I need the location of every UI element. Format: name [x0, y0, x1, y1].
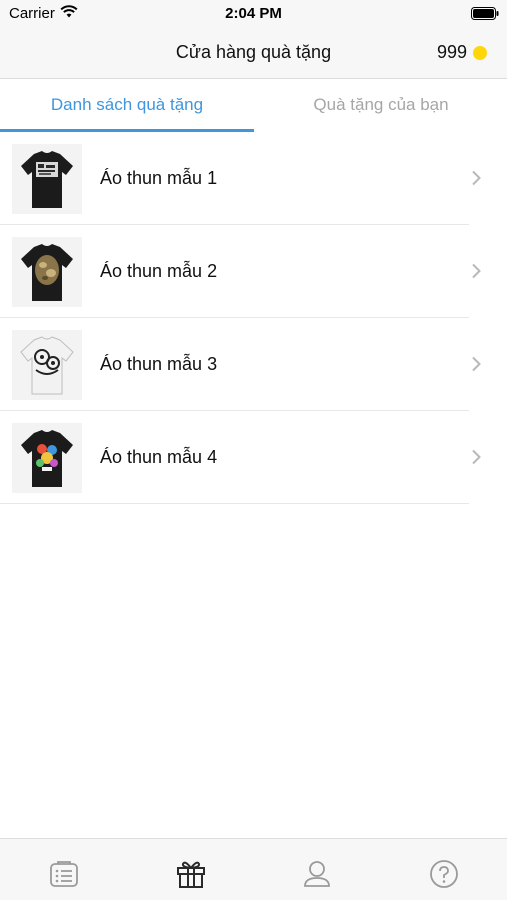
chevron-right-icon	[471, 170, 481, 191]
coin-count: 999	[436, 42, 467, 62]
tab-gift-list[interactable]: Danh sách quà tặng	[0, 80, 254, 132]
help-icon[interactable]	[427, 857, 461, 891]
chevron-right-icon	[471, 449, 481, 470]
gift-list: Áo thun mẫu 1 Áo thun mẫu 2 Áo thun mẫu …	[0, 132, 507, 504]
battery-icon	[471, 7, 499, 25]
item-label: Áo thun mẫu 2	[100, 261, 218, 281]
profile-icon[interactable]	[300, 857, 334, 891]
item-label: Áo thun mẫu 3	[100, 354, 218, 374]
product-thumbnail	[12, 330, 82, 400]
list-item[interactable]: Áo thun mẫu 2	[0, 225, 507, 318]
bottom-tab-bar	[0, 838, 507, 900]
status-time: 2:04 PM	[225, 5, 282, 22]
item-label: Áo thun mẫu 1	[100, 168, 218, 188]
product-thumbnail	[12, 423, 82, 493]
list-item[interactable]: Áo thun mẫu 4	[0, 411, 507, 504]
coin-icon	[473, 45, 487, 60]
product-thumbnail	[12, 144, 82, 214]
segment-tabs: Danh sách quà tặng Quà tặng của bạn	[0, 80, 507, 132]
nav-bar: Cửa hàng quà tặng 999	[0, 28, 507, 79]
chevron-right-icon	[471, 263, 481, 284]
list-item[interactable]: Áo thun mẫu 3	[0, 318, 507, 411]
gift-icon[interactable]	[174, 857, 208, 891]
coin-balance: 999	[437, 42, 487, 63]
item-label: Áo thun mẫu 4	[100, 447, 218, 467]
chevron-right-icon	[471, 356, 481, 377]
row-divider	[0, 503, 469, 504]
page-title: Cửa hàng quà tặng	[175, 42, 332, 62]
tab-your-gifts[interactable]: Quà tặng của bạn	[254, 80, 507, 132]
list-item[interactable]: Áo thun mẫu 1	[0, 132, 507, 225]
product-thumbnail	[12, 237, 82, 307]
status-bar: Carrier 2:04 PM	[0, 0, 507, 28]
list-icon[interactable]	[47, 857, 81, 891]
